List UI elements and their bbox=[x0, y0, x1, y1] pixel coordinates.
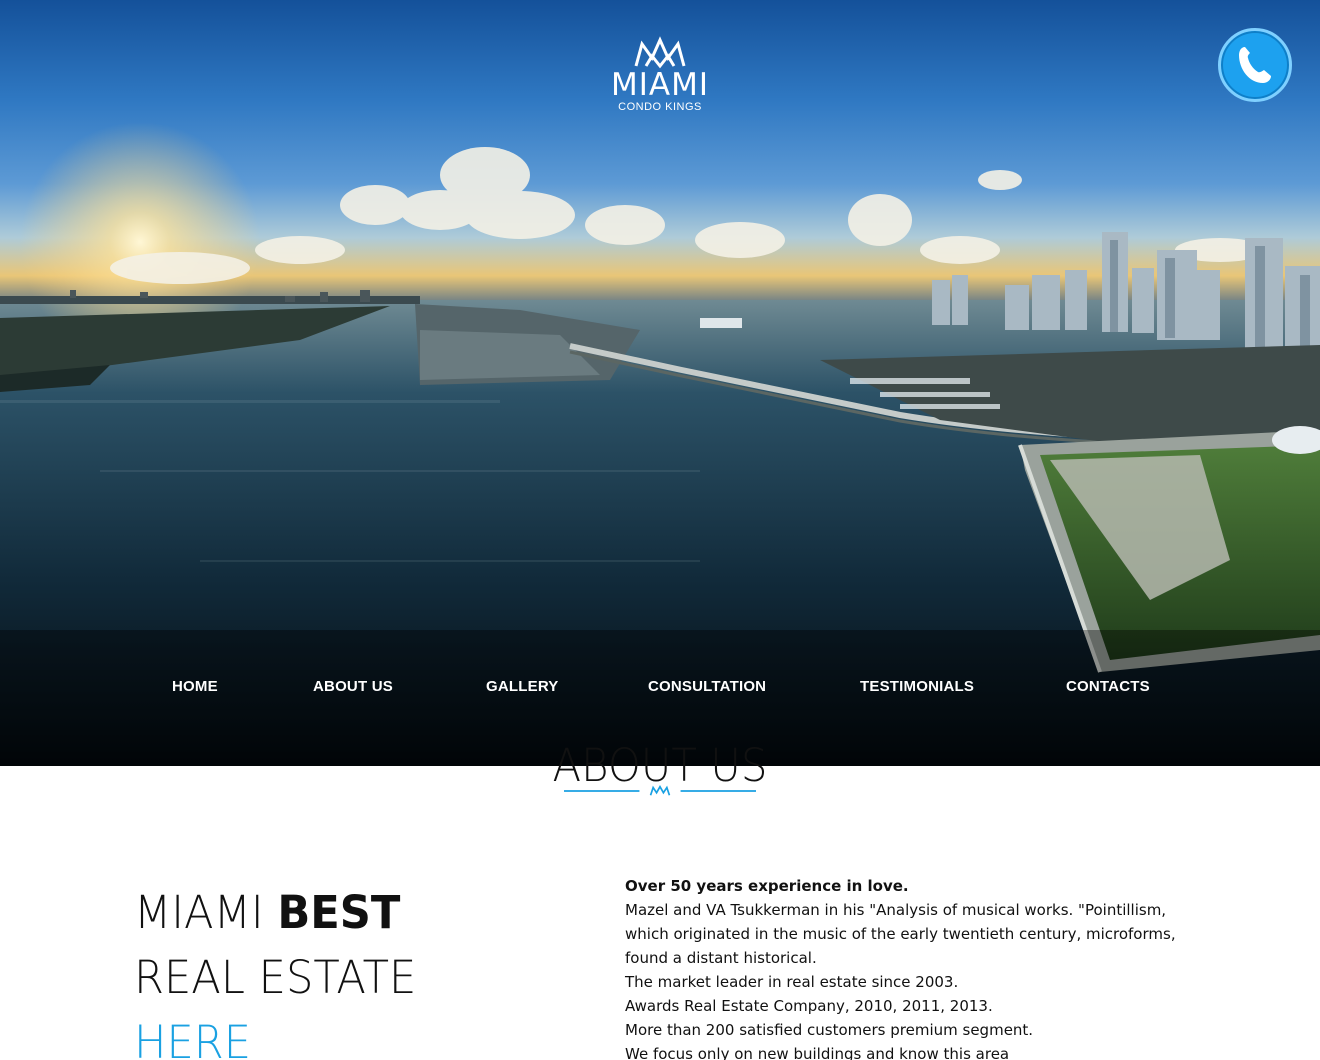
hero-banner: MIAMI CONDO KINGS HOME ABOUT US GALLERY … bbox=[0, 0, 1320, 766]
headline: MIAMI BEST REAL ESTATE HERE bbox=[134, 880, 537, 1060]
call-button[interactable] bbox=[1218, 28, 1292, 102]
nav-contacts[interactable]: CONTACTS bbox=[1066, 678, 1150, 695]
miami-skyline-photo bbox=[0, 122, 1320, 766]
nav-home[interactable]: HOME bbox=[172, 678, 218, 695]
about-line: More than 200 satisfied customers premiu… bbox=[625, 1021, 1034, 1039]
nav-testimonials[interactable]: TESTIMONIALS bbox=[860, 678, 974, 695]
about-lead: Over 50 years experience in love. bbox=[625, 877, 909, 895]
about-paragraph: Mazel and VA Tsukkerman in his "Analysis… bbox=[625, 901, 1176, 967]
phone-icon bbox=[1239, 47, 1271, 83]
nav-about-us[interactable]: ABOUT US bbox=[313, 678, 393, 695]
main-nav: HOME ABOUT US GALLERY CONSULTATION TESTI… bbox=[0, 678, 1320, 704]
crown-mini-icon bbox=[649, 785, 671, 796]
title-divider bbox=[564, 785, 756, 796]
about-copy: Over 50 years experience in love. Mazel … bbox=[625, 874, 1185, 1060]
about-line: The market leader in real estate since 2… bbox=[625, 973, 959, 991]
headline-bold-word: BEST bbox=[277, 886, 401, 939]
about-section-title: ABOUT US bbox=[552, 739, 768, 792]
nav-gallery[interactable]: GALLERY bbox=[486, 678, 559, 695]
about-line: Awards Real Estate Company, 2010, 2011, … bbox=[625, 997, 993, 1015]
logo-brand-text: MIAMI bbox=[611, 67, 709, 103]
headline-line-2: REAL ESTATE bbox=[134, 951, 417, 1004]
crown-icon bbox=[634, 36, 686, 69]
site-logo[interactable]: MIAMI CONDO KINGS bbox=[600, 36, 720, 113]
about-line: We focus only on new buildings and know … bbox=[625, 1045, 1010, 1060]
headline-line-3: HERE bbox=[134, 1016, 252, 1060]
headline-line-1: MIAMI BEST bbox=[134, 886, 401, 939]
nav-consultation[interactable]: CONSULTATION bbox=[648, 678, 766, 695]
